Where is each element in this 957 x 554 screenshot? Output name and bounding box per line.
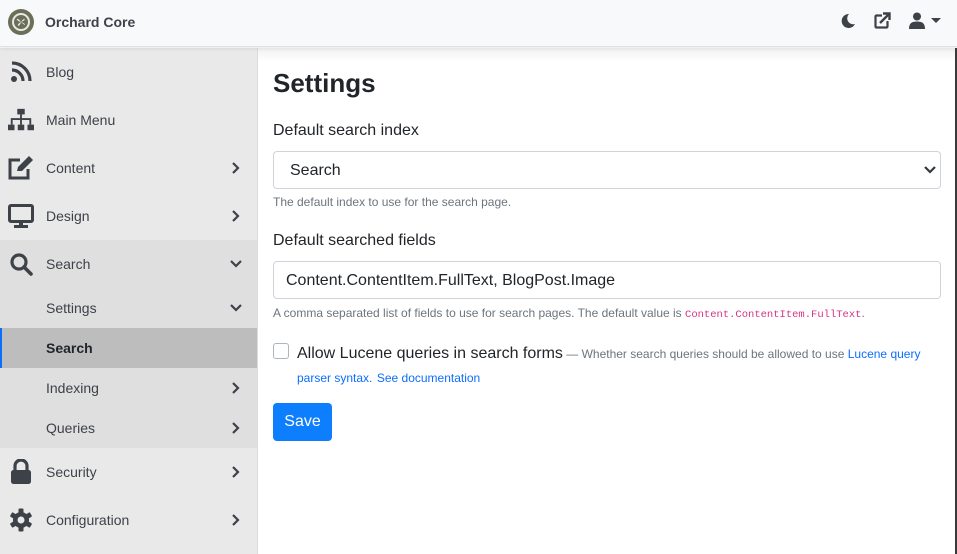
sidebar-subitem-search-active[interactable]: Search bbox=[0, 328, 257, 368]
sidebar-item-label: Security bbox=[46, 464, 97, 480]
caret-down-icon bbox=[931, 17, 941, 23]
sidebar-item-label: Design bbox=[46, 208, 90, 224]
default-index-label: Default search index bbox=[273, 122, 419, 139]
help-text-end: . bbox=[861, 306, 865, 320]
sidebar: Blog Main Menu Content Design Search Set… bbox=[0, 48, 258, 554]
lock-icon bbox=[8, 459, 34, 485]
sidebar-item-label: Content bbox=[46, 160, 96, 176]
see-documentation-link[interactable]: See documentation bbox=[377, 371, 480, 385]
page-title: Settings bbox=[273, 68, 376, 98]
external-link-icon[interactable] bbox=[874, 12, 891, 29]
sitemap-icon bbox=[8, 107, 34, 133]
sidebar-item-main-menu[interactable]: Main Menu bbox=[0, 96, 257, 144]
chevron-right-icon bbox=[232, 382, 240, 394]
allow-lucene-checkbox[interactable] bbox=[273, 343, 289, 359]
chevron-right-icon bbox=[232, 162, 240, 174]
user-icon bbox=[909, 12, 925, 29]
moon-icon[interactable] bbox=[840, 13, 856, 29]
brand-name: Orchard Core bbox=[45, 14, 136, 30]
top-navbar: Orchard Core bbox=[0, 0, 957, 47]
chevron-down-icon bbox=[230, 260, 242, 268]
allow-lucene-label[interactable]: Allow Lucene queries in search forms bbox=[297, 345, 563, 362]
sidebar-item-security[interactable]: Security bbox=[0, 448, 257, 496]
help-text: A comma separated list of fields to use … bbox=[273, 306, 686, 320]
sidebar-item-label: Queries bbox=[46, 420, 96, 436]
sidebar-subitem-queries[interactable]: Queries bbox=[0, 408, 257, 448]
sidebar-item-design[interactable]: Design bbox=[0, 192, 257, 240]
save-button[interactable]: Save bbox=[273, 403, 332, 441]
search-icon bbox=[8, 251, 34, 277]
chevron-down-icon bbox=[924, 166, 936, 174]
sidebar-item-content[interactable]: Content bbox=[0, 144, 257, 192]
desktop-icon bbox=[8, 203, 34, 229]
searched-fields-value: Content.ContentItem.FullText, BlogPost.I… bbox=[286, 272, 616, 289]
sidebar-item-label: Search bbox=[46, 340, 93, 356]
sidebar-item-blog[interactable]: Blog bbox=[0, 48, 257, 96]
sidebar-item-label: Blog bbox=[46, 64, 75, 80]
chevron-right-icon bbox=[232, 466, 240, 478]
sidebar-subitem-indexing[interactable]: Indexing bbox=[0, 368, 257, 408]
default-index-value: Search bbox=[290, 162, 341, 179]
rss-icon bbox=[8, 59, 34, 85]
searched-fields-label: Default searched fields bbox=[273, 232, 436, 249]
default-index-select[interactable]: Search bbox=[273, 151, 941, 189]
sidebar-subitem-settings[interactable]: Settings bbox=[0, 288, 257, 328]
default-value-code: Content.ContentItem.FullText bbox=[685, 309, 862, 321]
sidebar-item-configuration[interactable]: Configuration bbox=[0, 496, 257, 544]
chevron-right-icon bbox=[232, 514, 240, 526]
user-menu[interactable] bbox=[909, 12, 941, 29]
sidebar-group-search: Search Settings Search Indexing Queries bbox=[0, 240, 257, 448]
sidebar-item-label: Indexing bbox=[46, 380, 99, 396]
searched-fields-input[interactable]: Content.ContentItem.FullText, BlogPost.I… bbox=[273, 261, 941, 299]
default-index-help: The default index to use for the search … bbox=[273, 195, 512, 209]
sidebar-item-label: Configuration bbox=[46, 512, 130, 528]
chevron-right-icon bbox=[232, 210, 240, 222]
chevron-right-icon bbox=[232, 422, 240, 434]
edit-icon bbox=[8, 155, 34, 181]
main-content: Settings Default search index Search The… bbox=[258, 48, 957, 554]
sidebar-item-label: Search bbox=[46, 256, 91, 272]
sidebar-item-label: Main Menu bbox=[46, 112, 116, 128]
orchard-logo-icon bbox=[8, 9, 34, 35]
chevron-down-icon bbox=[230, 304, 242, 312]
searched-fields-help: A comma separated list of fields to use … bbox=[273, 306, 865, 321]
cog-icon bbox=[8, 507, 34, 533]
allow-lucene-hint: — Whether search queries should be allow… bbox=[562, 347, 848, 361]
sidebar-item-label: Settings bbox=[46, 300, 97, 316]
brand[interactable]: Orchard Core bbox=[8, 9, 135, 35]
sidebar-item-search[interactable]: Search bbox=[0, 240, 257, 288]
